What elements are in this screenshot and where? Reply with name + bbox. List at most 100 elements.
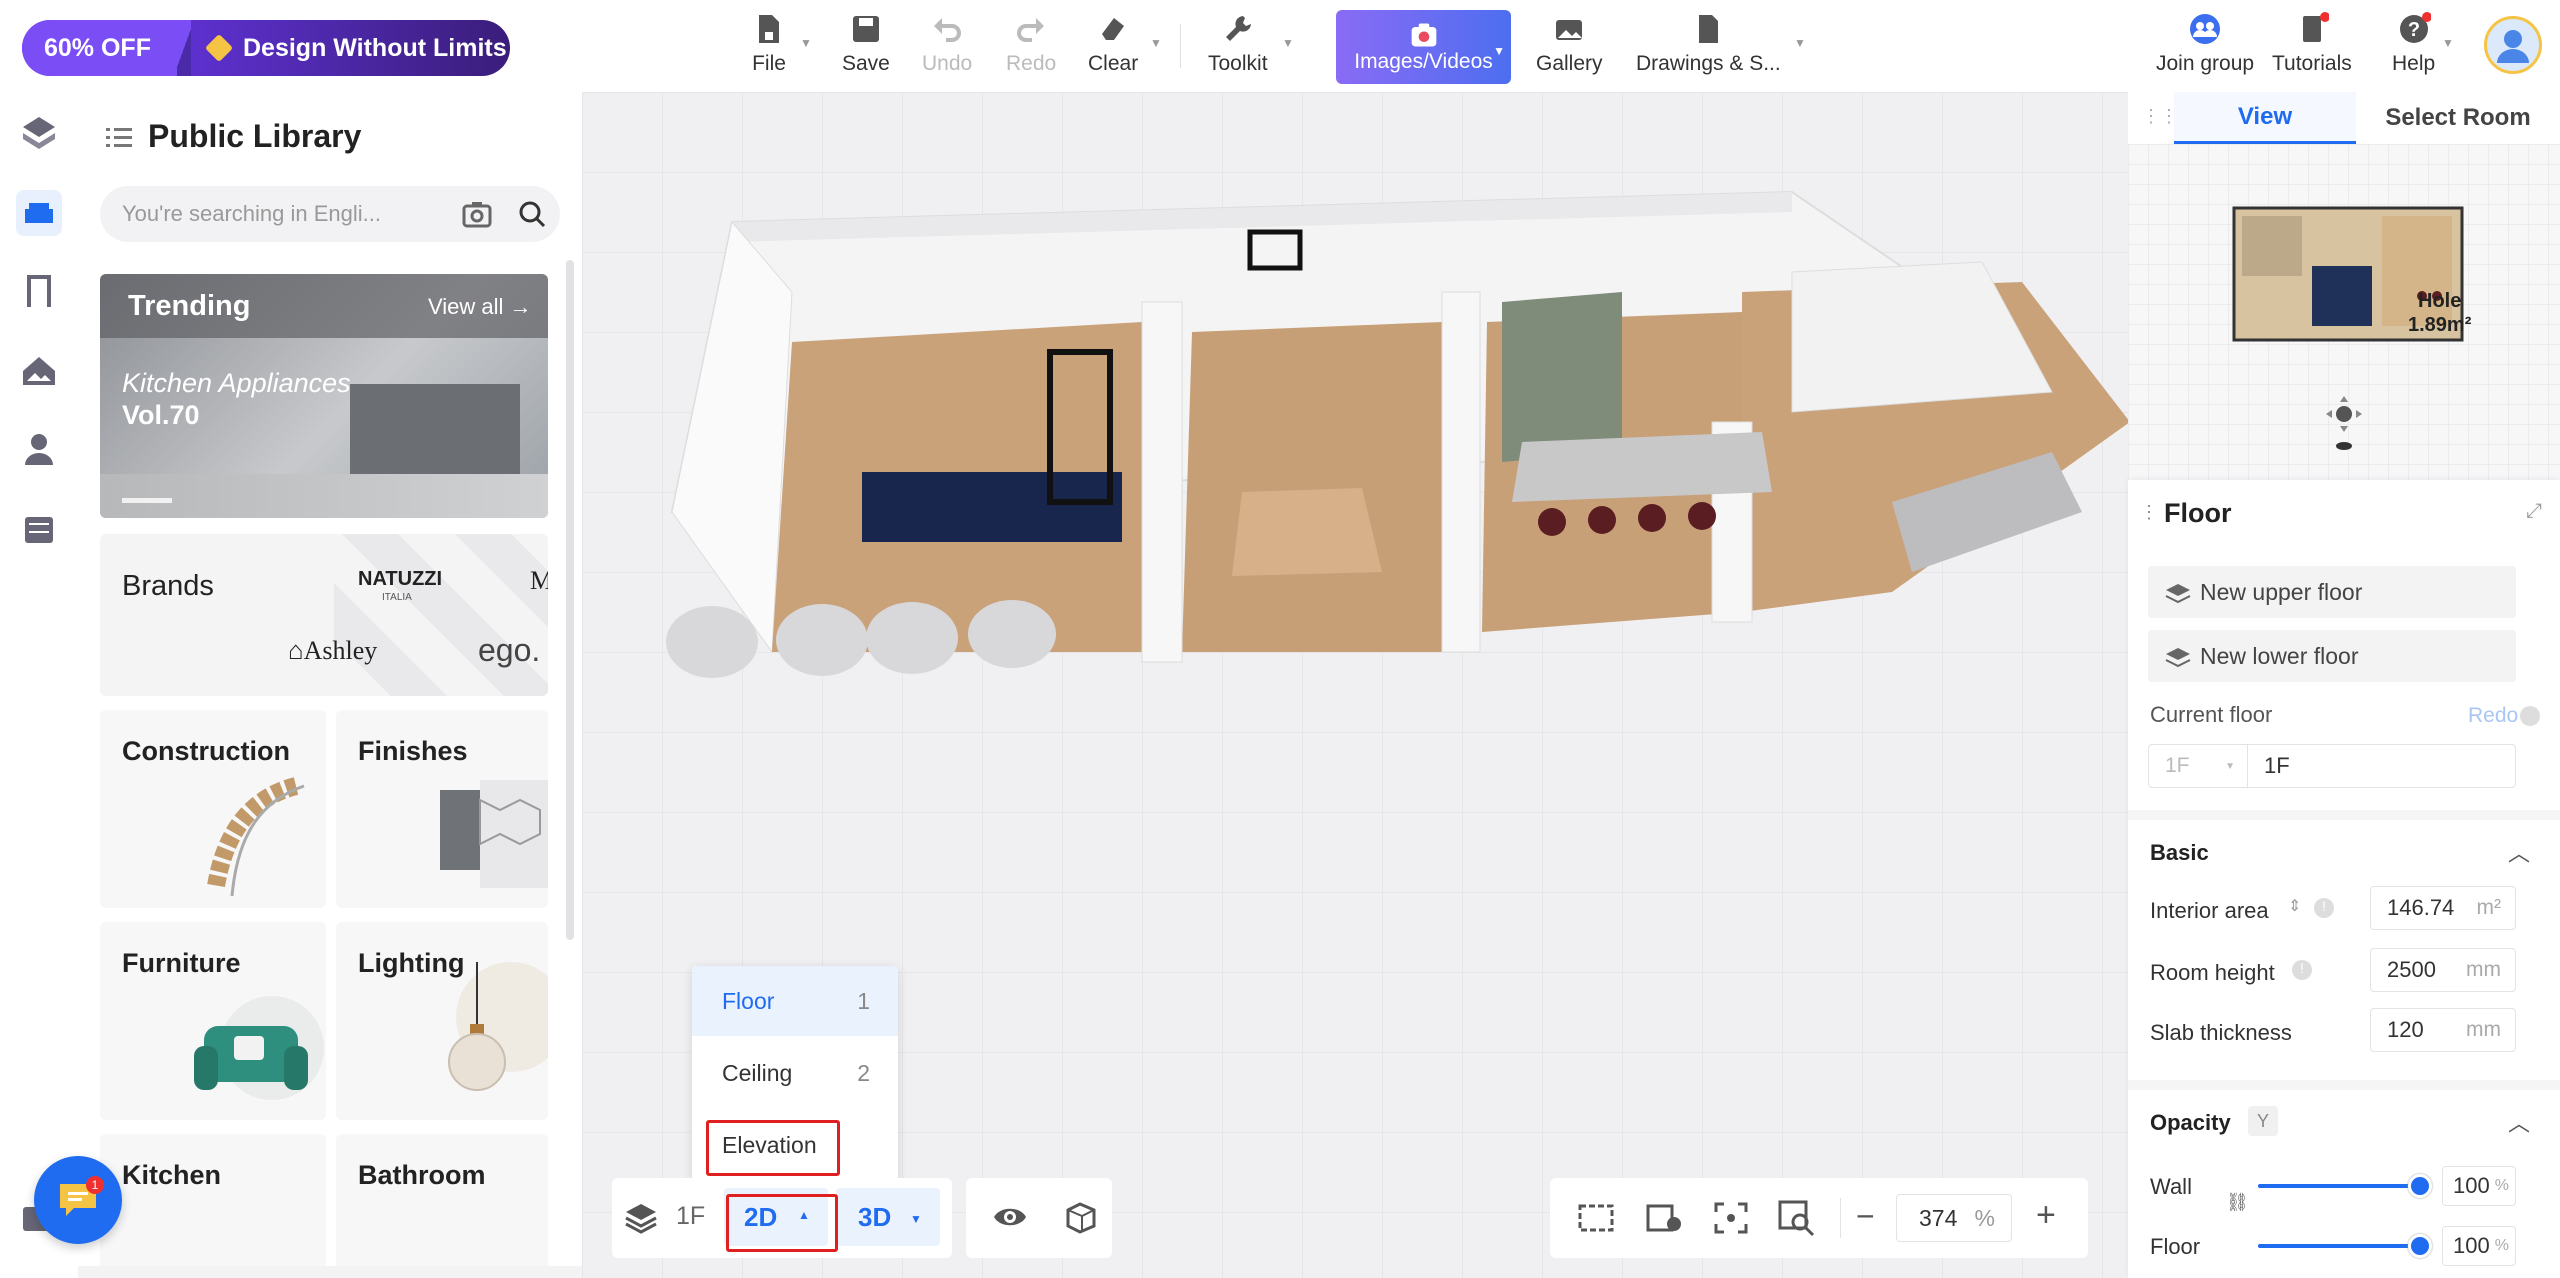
svg-text:?: ? <box>2407 19 2419 41</box>
rail-model-button[interactable] <box>16 110 62 156</box>
toolkit-button[interactable]: Toolkit <box>1208 12 1268 76</box>
file-button[interactable]: File <box>752 12 786 76</box>
floor-name-value: 1F <box>2264 753 2290 778</box>
view-settings-icon[interactable] <box>1644 1200 1684 1236</box>
zoom-in-button[interactable]: + <box>2036 1196 2056 1235</box>
rail-house-button[interactable] <box>16 348 62 394</box>
question-icon: ? <box>2399 12 2431 43</box>
tutorials-button[interactable]: Tutorials <box>2272 12 2352 76</box>
link-icon[interactable]: ⛓ <box>2226 1192 2249 1213</box>
zoom-region-icon[interactable] <box>1776 1198 1816 1238</box>
floor-opacity-field[interactable]: 100% <box>2442 1226 2516 1266</box>
wall-opacity-thumb[interactable] <box>2408 1174 2432 1198</box>
slab-thickness-field[interactable]: 120 mm <box>2370 1008 2516 1052</box>
library-title: Public Library <box>148 118 362 154</box>
cabinet-icon <box>25 517 53 543</box>
house-icon <box>23 357 55 385</box>
menu-item-ceiling[interactable]: Ceiling 2 <box>692 1038 898 1108</box>
floor-level-select[interactable]: 1F ▼ <box>2148 744 2248 788</box>
library-scrollbar[interactable] <box>566 260 574 940</box>
chevron-up-icon[interactable]: ︿ <box>2508 836 2530 868</box>
carousel-dots[interactable] <box>122 498 172 503</box>
interior-area-unit: m² <box>2476 896 2502 919</box>
library-search-input[interactable]: You're searching in Engli... <box>100 186 560 242</box>
drag-handle-icon[interactable]: ⋮⋮ <box>2142 106 2178 127</box>
redo-link[interactable]: Redo <box>2468 704 2518 728</box>
redo-button[interactable]: Redo <box>1006 12 1056 76</box>
zoom-out-button[interactable]: − <box>1856 1198 1875 1235</box>
room-height-field[interactable]: 2500 mm <box>2370 948 2516 992</box>
file-icon <box>759 15 779 43</box>
promo-banner[interactable]: 60% OFF Design Without Limits <box>22 20 510 76</box>
category-finishes[interactable]: Finishes <box>336 710 548 908</box>
rail-library-button[interactable] <box>16 190 62 236</box>
floor-name-input[interactable]: 1F <box>2248 744 2516 788</box>
category-furniture[interactable]: Furniture <box>100 922 326 1120</box>
percent-unit: % <box>2494 1177 2509 1194</box>
category-construction[interactable]: Construction <box>100 710 326 908</box>
view-all-link[interactable]: View all → <box>428 294 532 320</box>
search-icon[interactable] <box>518 200 546 228</box>
fit-view-icon[interactable] <box>1576 1200 1616 1236</box>
new-upper-floor-button[interactable]: New upper floor <box>2148 566 2516 618</box>
join-group-button[interactable]: Join group <box>2156 12 2254 76</box>
chat-button[interactable]: 1 <box>34 1156 122 1244</box>
document-icon <box>1699 15 1719 43</box>
minimap-hole-area: 1.89m² <box>2408 314 2472 336</box>
banner-title: Kitchen Appliances <box>122 368 351 398</box>
layers-plus-icon <box>2165 584 2191 604</box>
room-height-value: 2500 <box>2387 957 2436 982</box>
gallery-icon <box>1556 20 1583 40</box>
info-icon[interactable]: ! <box>2314 898 2334 918</box>
menu-item-floor[interactable]: Floor 1 <box>692 966 898 1036</box>
rail-cabinet-button[interactable] <box>16 506 62 552</box>
layers-icon[interactable] <box>622 1200 660 1236</box>
3d-button[interactable]: 3D ▼ <box>836 1188 940 1246</box>
rail-door-button[interactable] <box>16 268 62 314</box>
box-view-icon[interactable] <box>1064 1200 1098 1234</box>
tab-select-room-label: Select Room <box>2385 104 2531 131</box>
camera-position-icon[interactable] <box>2320 392 2368 452</box>
camera-search-icon[interactable] <box>462 200 492 228</box>
focus-icon[interactable] <box>1712 1200 1750 1236</box>
category-kitchen[interactable]: Kitchen <box>100 1134 326 1266</box>
category-lighting[interactable]: Lighting <box>336 922 548 1120</box>
undo-button[interactable]: Undo <box>922 12 972 76</box>
tutorials-label: Tutorials <box>2272 52 2352 75</box>
eye-icon[interactable] <box>992 1202 1028 1232</box>
tab-select-room[interactable]: Select Room <box>2356 92 2560 144</box>
interior-area-label: Interior area <box>2150 898 2269 923</box>
brands-card[interactable]: Brands NATUZZI ITALIA M ⌂Ashley ego. <box>100 534 548 696</box>
list-icon[interactable] <box>106 126 132 150</box>
drawings-button[interactable]: Drawings & S... <box>1636 12 1781 76</box>
new-lower-floor-label: New lower floor <box>2200 642 2359 669</box>
interior-area-field[interactable]: 146.74 m² <box>2370 886 2516 930</box>
wall-opacity-slider[interactable] <box>2258 1184 2428 1188</box>
basic-section-title: Basic <box>2150 840 2209 865</box>
rail-user-button[interactable] <box>16 426 62 472</box>
clear-button[interactable]: Clear <box>1088 12 1138 76</box>
wall-opacity-field[interactable]: 100% <box>2442 1166 2516 1206</box>
category-bathroom[interactable]: Bathroom <box>336 1134 548 1266</box>
zoom-input[interactable]: 374 % <box>1896 1194 2012 1242</box>
floor-opacity-thumb[interactable] <box>2408 1234 2432 1258</box>
gallery-button[interactable]: Gallery <box>1536 12 1603 76</box>
room-height-unit: mm <box>2466 958 2501 981</box>
user-avatar-icon <box>2497 30 2529 63</box>
chevron-down-icon: ▼ <box>1794 36 1806 50</box>
redo-label: Redo <box>1006 52 1057 75</box>
floor-opacity-slider[interactable] <box>2258 1244 2428 1248</box>
images-videos-button[interactable]: Images/Videos ▼ <box>1336 10 1511 84</box>
info-icon[interactable]: ! <box>2292 960 2312 980</box>
help-button[interactable]: ? Help <box>2392 12 2435 76</box>
tab-view[interactable]: View <box>2174 92 2356 144</box>
avatar[interactable] <box>2484 16 2542 74</box>
chevron-up-icon[interactable]: ︿ <box>2508 1106 2530 1138</box>
minimap[interactable]: Hole 1.89m² <box>2128 144 2560 480</box>
save-button[interactable]: Save <box>842 12 890 76</box>
sort-icon[interactable]: ⇕ <box>2288 896 2301 916</box>
floor-level-label[interactable]: 1F <box>676 1202 705 1231</box>
new-lower-floor-button[interactable]: New lower floor <box>2148 630 2516 682</box>
expand-icon[interactable]: ⤢ <box>2526 500 2542 523</box>
trending-banner[interactable]: Trending View all → Kitchen Appliances V… <box>100 274 548 518</box>
